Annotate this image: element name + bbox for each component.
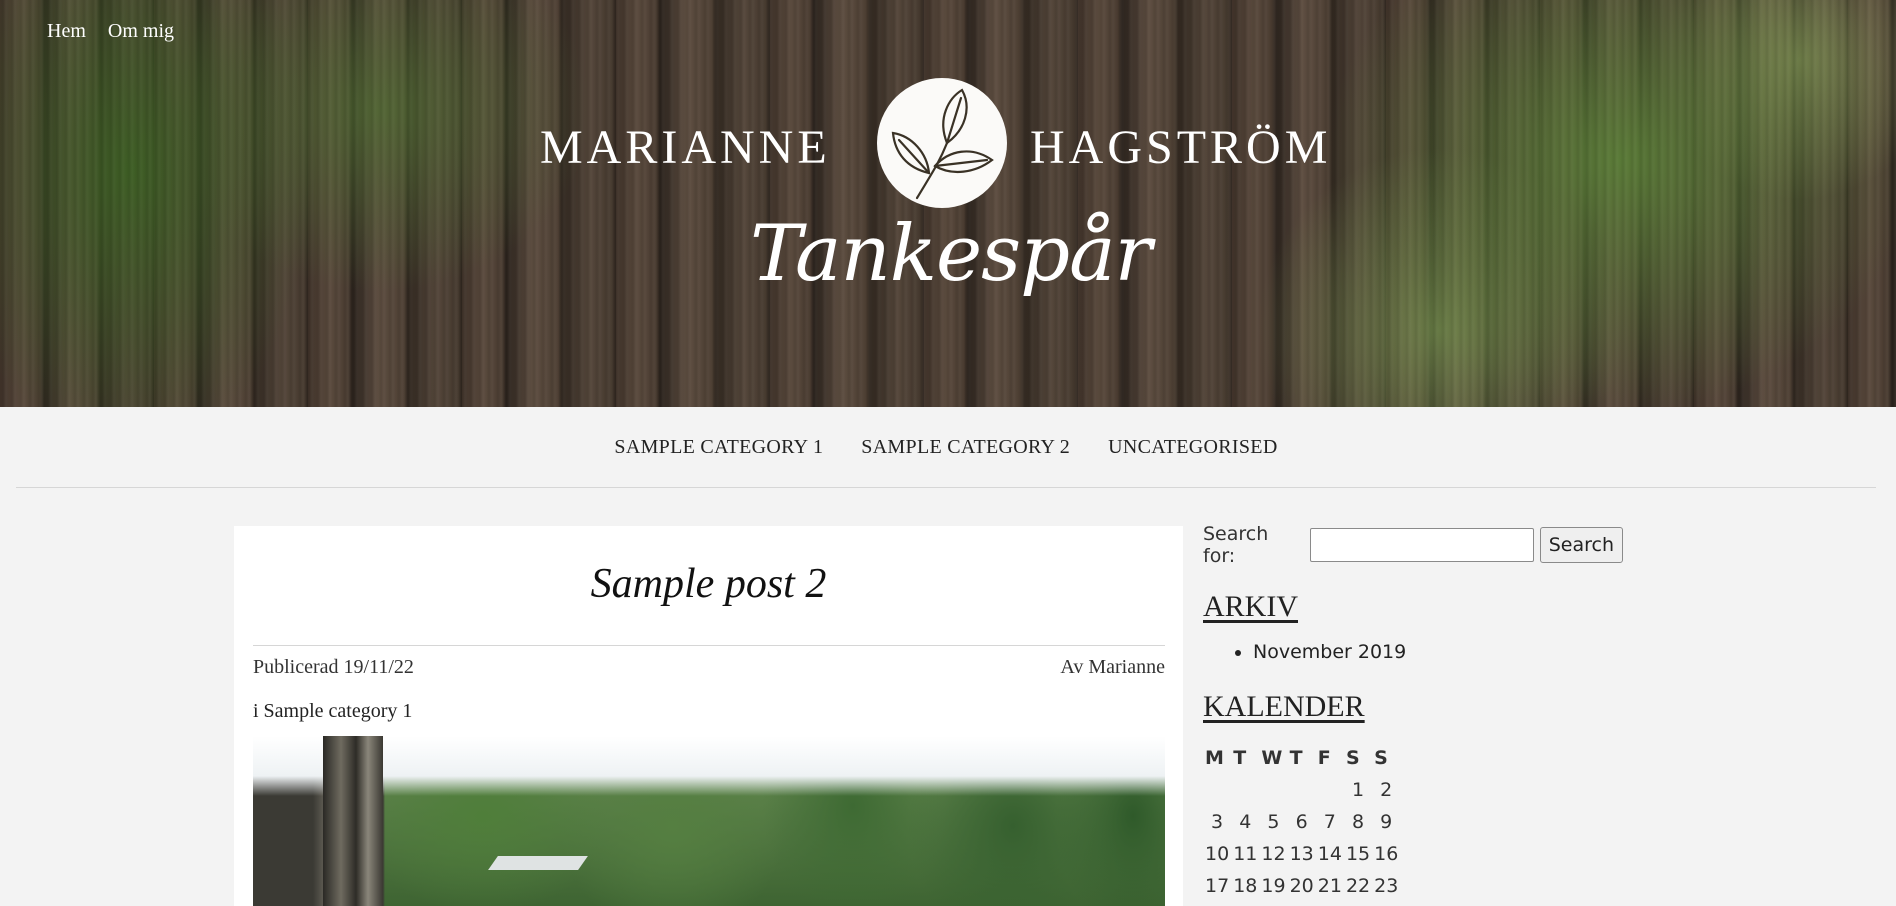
calendar-day: 10: [1205, 843, 1230, 865]
post-featured-image[interactable]: [253, 736, 1165, 906]
calendar-day: 5: [1267, 811, 1280, 833]
category-link-2[interactable]: SAMPLE CATEGORY 2: [861, 436, 1070, 459]
post-title[interactable]: Sample post 2: [234, 560, 1183, 608]
archive-heading[interactable]: ARKIV: [1203, 590, 1298, 624]
calendar-day: 16: [1374, 843, 1399, 865]
calendar-table: M T W T F S S 1 2 3 4 5 6 7 8 9 10 11 12…: [1203, 742, 1400, 902]
category-link-1[interactable]: SAMPLE CATEGORY 1: [614, 436, 823, 459]
calendar-day: 11: [1233, 843, 1258, 865]
calendar-day-header: S: [1374, 747, 1388, 769]
calendar-day: 13: [1289, 843, 1314, 865]
calendar-day: 21: [1317, 875, 1342, 897]
calendar-day: 12: [1261, 843, 1286, 865]
calendar-day: 7: [1323, 811, 1336, 833]
search-input[interactable]: [1309, 528, 1534, 562]
calendar-day: 8: [1351, 811, 1365, 833]
header-banner: Hem Om mig MARIANNE HAGSTRÖM Tankespår: [0, 0, 1896, 407]
image-birch-trunk: [323, 736, 383, 906]
calendar-day: 19: [1261, 875, 1286, 897]
calendar-day: 2: [1380, 779, 1393, 801]
calendar-day: 4: [1239, 811, 1252, 833]
image-roof: [488, 856, 588, 870]
archive-list: November 2019: [1203, 641, 1406, 663]
post-date: Publicerad 19/11/22: [253, 656, 414, 678]
calendar-day: [1316, 774, 1344, 806]
search-button[interactable]: Search: [1539, 527, 1623, 563]
calendar-day-header: M: [1205, 747, 1224, 769]
calendar-day-header: W: [1261, 747, 1283, 769]
post-divider: [253, 645, 1165, 646]
nav-link-om-mig[interactable]: Om mig: [108, 20, 174, 43]
calendar-week-row: 3 4 5 6 7 8 9: [1203, 806, 1400, 838]
nav-link-hem[interactable]: Hem: [47, 20, 86, 43]
category-link-uncategorised[interactable]: UNCATEGORISED: [1108, 436, 1277, 459]
calendar-day: 3: [1211, 811, 1224, 833]
calendar-day: 23: [1374, 875, 1399, 897]
calendar-header-row: M T W T F S S: [1203, 742, 1400, 774]
calendar-day: 15: [1345, 843, 1371, 865]
post-author[interactable]: Av Marianne: [1060, 656, 1165, 679]
calendar-day: [1259, 774, 1287, 806]
calendar-week-row: 1 2: [1203, 774, 1400, 806]
post-category[interactable]: i Sample category 1: [253, 700, 412, 723]
calendar-day: [1203, 774, 1231, 806]
calendar-day: [1231, 774, 1259, 806]
post-card: Sample post 2 Publicerad 19/11/22 Av Mar…: [234, 526, 1183, 906]
calendar-week-row: 17 18 19 20 21 22 23: [1203, 870, 1400, 902]
calendar-heading[interactable]: KALENDER: [1203, 690, 1365, 724]
calendar-week-row: 10 11 12 13 14 15 16: [1203, 838, 1400, 870]
calendar-day-header: T: [1233, 747, 1247, 769]
category-navigation: SAMPLE CATEGORY 1 SAMPLE CATEGORY 2 UNCA…: [16, 407, 1876, 488]
calendar-day-header: S: [1345, 747, 1360, 769]
site-script-title: Tankespår: [750, 209, 1152, 299]
sidebar: Search for: Search ARKIV November 2019 K…: [1203, 523, 1623, 897]
calendar-day: 20: [1289, 875, 1314, 897]
calendar-day: 18: [1233, 875, 1258, 897]
archive-item[interactable]: November 2019: [1253, 641, 1406, 663]
leaf-logo-icon: [877, 78, 1007, 208]
brand-first-name: MARIANNE: [540, 121, 831, 174]
search-label: Search for:: [1203, 523, 1269, 567]
calendar-day: 17: [1205, 875, 1230, 897]
calendar-day: [1288, 774, 1316, 806]
search-widget: Search for: Search: [1203, 523, 1623, 567]
calendar-day: 22: [1345, 875, 1371, 897]
calendar-day: 9: [1380, 811, 1393, 833]
brand-last-name: HAGSTRÖM: [1030, 121, 1332, 174]
top-navigation: Hem Om mig: [47, 20, 174, 43]
calendar-day: 6: [1295, 811, 1308, 833]
calendar-day-header: F: [1317, 747, 1331, 769]
calendar-day: 1: [1351, 779, 1365, 801]
calendar-day: 14: [1317, 843, 1342, 865]
calendar-day-header: T: [1289, 747, 1303, 769]
